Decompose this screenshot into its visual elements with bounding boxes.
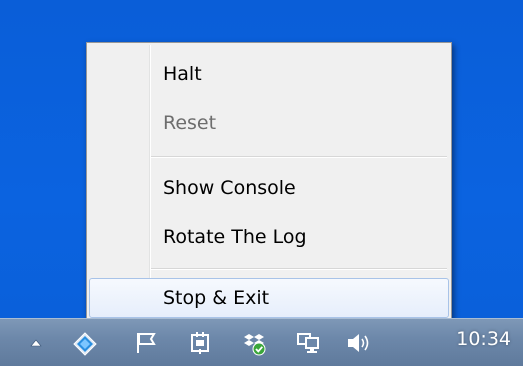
volume-icon[interactable]: [346, 331, 370, 355]
action-center-flag-icon[interactable]: [134, 331, 158, 355]
app-diamond-icon[interactable]: [72, 331, 97, 356]
network-icon[interactable]: [296, 331, 320, 355]
dropbox-synced-icon[interactable]: [242, 331, 266, 356]
menu-item-stop-exit[interactable]: Stop & Exit: [89, 278, 449, 318]
menu-item-show-console[interactable]: Show Console: [89, 168, 449, 208]
menu-item-halt[interactable]: Halt: [89, 54, 449, 94]
menu-item-reset[interactable]: Reset: [89, 103, 449, 143]
tray-context-menu: Halt Reset Show Console Rotate The Log S…: [86, 42, 452, 328]
menu-separator: [151, 156, 447, 158]
system-clock[interactable]: 10:34: [456, 328, 511, 350]
taskbar-notification-area: 10:34: [0, 318, 523, 366]
power-plug-icon[interactable]: [188, 331, 212, 355]
show-hidden-icons-arrow-icon[interactable]: [24, 331, 48, 355]
menu-item-rotate-log[interactable]: Rotate The Log: [89, 217, 449, 257]
menu-separator: [151, 268, 447, 270]
